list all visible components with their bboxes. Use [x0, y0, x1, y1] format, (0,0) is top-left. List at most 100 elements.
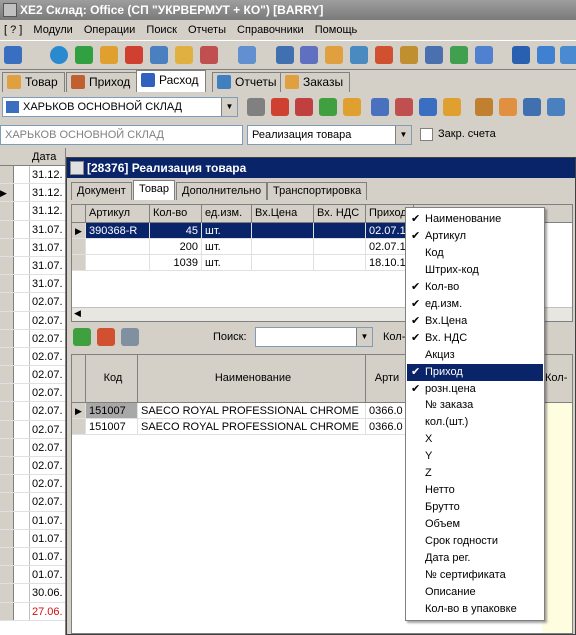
documents-row[interactable]: 02.07.	[0, 293, 65, 312]
calendar-doc-icon[interactable]	[523, 98, 541, 116]
column-menu-item[interactable]: ✔ ед.изм.	[407, 296, 543, 313]
column-menu-item[interactable]: Штрих-код	[407, 262, 543, 279]
search-icon[interactable]	[238, 46, 256, 64]
operation-select[interactable]: Реализация товара ▼	[247, 125, 412, 145]
delete-doc-icon[interactable]	[271, 98, 289, 116]
items-cell-vat[interactable]	[314, 255, 366, 271]
folder-icon[interactable]	[425, 46, 443, 64]
documents-row[interactable]: ▶ 31.12.	[0, 184, 65, 203]
chart-icon[interactable]	[350, 46, 368, 64]
column-header-name[interactable]: Наименование	[138, 355, 366, 403]
date-column-header[interactable]: Дата	[0, 148, 65, 166]
remove-icon[interactable]	[295, 98, 313, 116]
items-cell-qty[interactable]: 200	[150, 239, 202, 255]
column-menu-item[interactable]: Кол-во в упаковке	[407, 601, 543, 618]
documents-row[interactable]: 02.07.	[0, 329, 65, 348]
product-cell-name[interactable]: SAECO ROYAL PROFESSIONAL CHROME	[138, 419, 366, 435]
chevron-down-icon[interactable]: ▼	[395, 126, 411, 144]
documents-row[interactable]: 31.07.	[0, 256, 65, 276]
users-icon[interactable]	[325, 46, 343, 64]
documents-row[interactable]: 31.07.	[0, 238, 65, 257]
tab-expense[interactable]: Расход	[136, 70, 206, 92]
documents-row[interactable]: 01.07.	[0, 511, 65, 530]
column-menu-item[interactable]: Нетто	[407, 482, 543, 499]
tab-additional[interactable]: Дополнительно	[176, 182, 268, 200]
documents-row[interactable]: 02.07.	[0, 366, 65, 385]
column-menu-item[interactable]: Брутто	[407, 499, 543, 516]
tab-transport[interactable]: Транспортировка	[267, 182, 368, 200]
column-menu-item[interactable]: Объем	[407, 516, 543, 533]
menu-reports[interactable]: Отчеты	[184, 20, 230, 40]
export-icon[interactable]	[200, 46, 218, 64]
column-menu-item[interactable]: ✔ Вх.Цена	[407, 313, 543, 330]
column-menu-item[interactable]: ✔ Приход	[407, 363, 543, 381]
menu-operations[interactable]: Операции	[80, 20, 139, 40]
items-cell-unit[interactable]: шт.	[202, 239, 252, 255]
list-icon[interactable]	[343, 98, 361, 116]
documents-row[interactable]: 30.06.	[0, 584, 65, 603]
grid-icon[interactable]	[4, 46, 22, 64]
print-preview-icon[interactable]	[443, 98, 461, 116]
column-header-price[interactable]: Вх.Цена	[252, 205, 314, 223]
items-cell-qty[interactable]: 1039	[150, 255, 202, 271]
chevron-down-icon[interactable]: ▼	[221, 98, 237, 116]
documents-row[interactable]: 01.07.	[0, 529, 65, 548]
menu-modules[interactable]: Модули	[29, 20, 76, 40]
items-cell-article[interactable]: 390368-R	[86, 223, 150, 239]
items-cell-vat[interactable]	[314, 223, 366, 239]
close-accounts-checkbox[interactable]	[420, 128, 433, 141]
building-icon[interactable]	[400, 46, 418, 64]
tab-reports[interactable]: Отчеты	[212, 72, 284, 92]
items-cell-article[interactable]	[86, 239, 150, 255]
column-menu-item[interactable]: Срок годности	[407, 533, 543, 550]
documents-row[interactable]: 02.07.	[0, 475, 65, 494]
product-cell-name[interactable]: SAECO ROYAL PROFESSIONAL CHROME	[138, 403, 366, 419]
documents-row[interactable]: 31.07.	[0, 220, 65, 239]
documents-row[interactable]: 27.06.	[0, 602, 65, 621]
product-cell-code[interactable]: 151007	[86, 419, 138, 435]
column-menu-item[interactable]: ✔ Вх. НДС	[407, 330, 543, 347]
items-cell-vat[interactable]	[314, 239, 366, 255]
documents-row[interactable]: 02.07.	[0, 420, 65, 439]
database-icon[interactable]	[512, 46, 530, 64]
menu-help[interactable]: [ ? ]	[0, 20, 26, 40]
add-icon[interactable]	[75, 46, 93, 64]
documents-row[interactable]: 02.07.	[0, 402, 65, 421]
user-add-icon[interactable]	[100, 46, 118, 64]
column-menu-item[interactable]: Дата рег.	[407, 550, 543, 567]
remove-item-icon[interactable]	[97, 328, 115, 346]
tab-goods[interactable]: Товар	[2, 72, 65, 92]
money-icon[interactable]	[499, 98, 517, 116]
warehouse-select[interactable]: ХАРЬКОВ ОСНОВНОЙ СКЛАД ▼	[2, 97, 238, 117]
menu-search[interactable]: Поиск	[142, 20, 180, 40]
column-header-qty[interactable]: Кол-во	[150, 205, 202, 223]
tab-orders[interactable]: Заказы	[280, 72, 351, 92]
items-cell-unit[interactable]: шт.	[202, 223, 252, 239]
menu-directories[interactable]: Справочники	[233, 20, 308, 40]
menu-help-main[interactable]: Помощь	[311, 20, 362, 40]
column-menu-item[interactable]: № заказа	[407, 397, 543, 414]
column-menu-item[interactable]: Y	[407, 448, 543, 465]
delete-icon[interactable]	[125, 46, 143, 64]
items-cell-price[interactable]	[252, 239, 314, 255]
product-cell-art[interactable]: 0366.0	[366, 419, 406, 435]
column-menu-item[interactable]: ✔ Артикул	[407, 228, 543, 245]
scroll-left-icon[interactable]: ◀	[74, 308, 81, 319]
items-cell-unit[interactable]: шт.	[202, 255, 252, 271]
column-menu-item[interactable]: ✔ розн.цена	[407, 381, 543, 398]
tab-goods-detail[interactable]: Товар	[133, 180, 175, 200]
documents-row[interactable]: 31.07.	[0, 275, 65, 294]
documents-row[interactable]: 31.12.	[0, 202, 65, 221]
column-header-code[interactable]: Код	[86, 355, 138, 403]
items-cell-article[interactable]	[86, 255, 150, 271]
column-menu-item[interactable]: Описание	[407, 584, 543, 601]
chevron-down-icon[interactable]: ▼	[356, 328, 372, 346]
table-icon[interactable]	[276, 46, 294, 64]
calendar-icon[interactable]	[450, 46, 468, 64]
copy-icon[interactable]	[371, 98, 389, 116]
network-icon[interactable]	[537, 46, 555, 64]
items-cell-price[interactable]	[252, 255, 314, 271]
grid-add-icon[interactable]	[319, 98, 337, 116]
documents-row[interactable]: 01.07.	[0, 547, 65, 567]
paste-icon[interactable]	[395, 98, 413, 116]
